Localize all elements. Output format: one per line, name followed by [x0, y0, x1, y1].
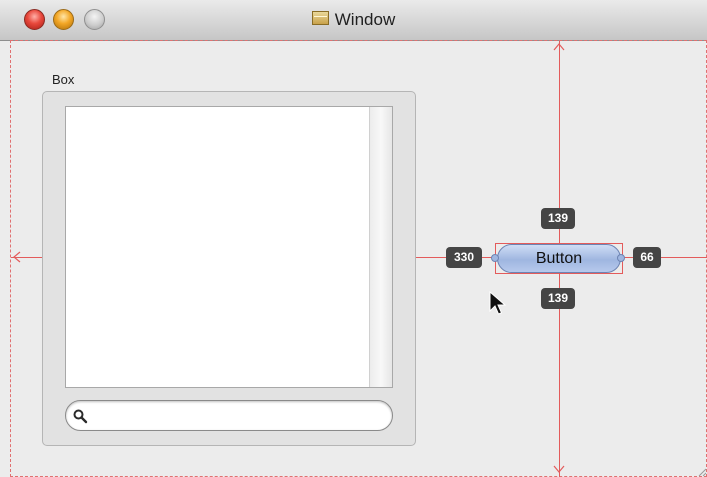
window-resize-grip-icon[interactable]	[695, 465, 707, 477]
search-field[interactable]	[65, 400, 393, 431]
window-title-container: Window	[0, 10, 707, 30]
left-resize-handle[interactable]	[491, 254, 499, 262]
guide-arrow-left-icon	[13, 251, 21, 263]
guide-arrow-down-icon	[553, 465, 565, 473]
guide-arrow-up-icon	[553, 43, 565, 51]
window-icon	[311, 11, 329, 25]
table-view[interactable]	[65, 106, 393, 388]
window-title: Window	[334, 10, 396, 29]
title-bar[interactable]: Window	[0, 0, 707, 41]
box-title: Box	[52, 72, 75, 87]
guide-distance-bottom: 139	[541, 288, 575, 309]
guide-distance-left: 330	[446, 247, 482, 268]
right-resize-handle[interactable]	[617, 254, 625, 262]
mouse-pointer-icon	[489, 291, 507, 315]
push-button[interactable]: Button	[497, 244, 621, 273]
guide-distance-top: 139	[541, 208, 575, 229]
search-icon	[73, 409, 88, 424]
guide-distance-right: 66	[633, 247, 661, 268]
app-window: Window Box 139 139 330 66 Button	[0, 0, 707, 477]
vertical-scrollbar[interactable]	[369, 107, 392, 387]
search-input[interactable]	[94, 407, 378, 427]
